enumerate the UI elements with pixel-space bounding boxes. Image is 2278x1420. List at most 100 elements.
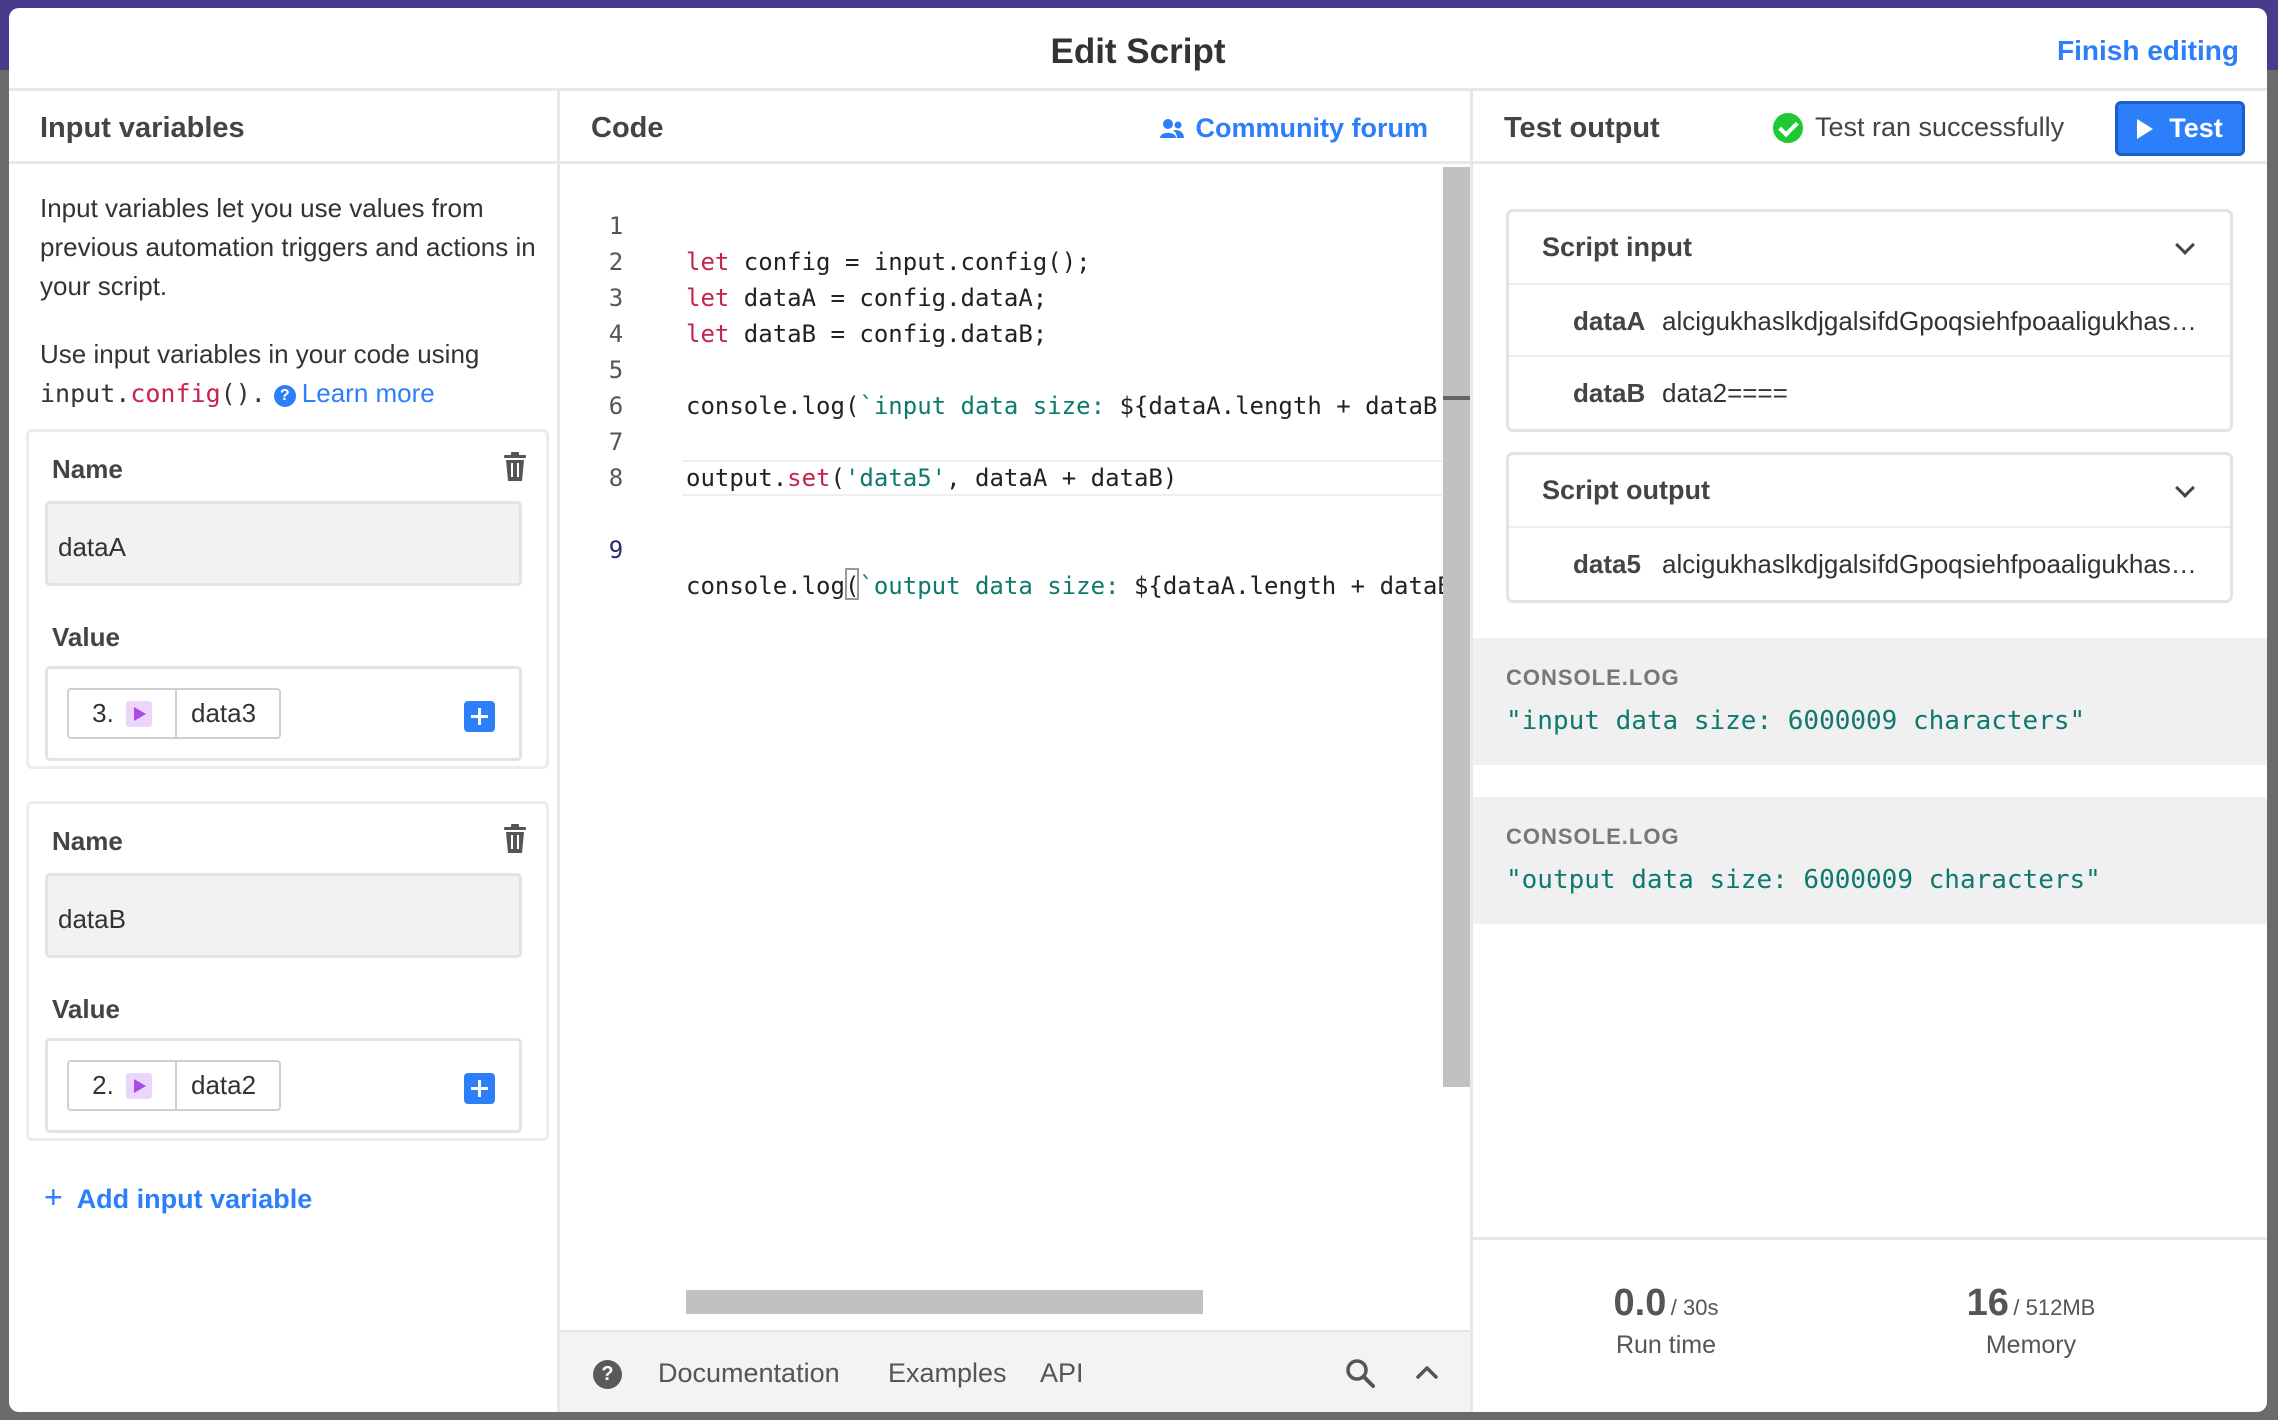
input-variable-card: Name dataA Value 3. data3 <box>26 429 549 769</box>
community-forum-link[interactable]: Community forum <box>1159 113 1429 144</box>
console-log-entry: CONSOLE.LOG "input data size: 6000009 ch… <box>1473 638 2267 765</box>
test-button[interactable]: Test <box>2115 101 2245 156</box>
runtime-value: 0.0 <box>1613 1282 1667 1324</box>
input-variable-card: Name dataB Value 2. data2 <box>26 801 549 1141</box>
vertical-scrollbar-thumb[interactable] <box>1443 167 1470 1087</box>
add-input-variable-button[interactable]: + Add input variable <box>44 1179 312 1216</box>
community-forum-label: Community forum <box>1195 113 1429 143</box>
input-variables-header: Input variables <box>9 91 557 164</box>
variable-name-input[interactable]: dataB <box>45 873 522 958</box>
api-tab[interactable]: API <box>1040 1358 1084 1389</box>
add-value-button[interactable] <box>464 701 495 732</box>
chevron-up-icon[interactable] <box>1415 1364 1439 1380</box>
script-input-title: Script input <box>1542 232 1692 262</box>
script-output-section: Script output data5 alcigukhaslkdjgalsif… <box>1506 452 2233 603</box>
test-status-text: Test ran successfully <box>1815 112 2065 142</box>
documentation-tab[interactable]: Documentation <box>658 1358 840 1389</box>
token-value: data2 <box>191 1070 257 1100</box>
code-line: 6 <box>560 352 1440 420</box>
chevron-down-icon[interactable] <box>2175 235 2195 255</box>
test-output-header: Test output Test ran successfully Test <box>1473 91 2267 164</box>
code-segment: console.log( <box>686 572 860 600</box>
memory-label: Memory <box>1985 1331 2077 1359</box>
token-value: data3 <box>191 698 257 728</box>
trash-icon[interactable] <box>502 824 528 854</box>
input-variables-heading: Input variables <box>40 112 245 144</box>
runtime-stat: 0.0 / 30s Run time <box>1536 1282 1796 1360</box>
row-key: data5 <box>1573 549 1641 579</box>
code-segment: ${dataA.length + dataB.length} character… <box>1133 572 1443 600</box>
code-line: 5 console.log(`input data size: ${dataA.… <box>560 316 1443 420</box>
row-value: alcigukhaslkdjgalsifdGpoqsiehfpoaaligukh… <box>1662 306 2202 336</box>
code-header: Code Community forum <box>560 91 1470 164</box>
runtime-label: Run time <box>1615 1331 1717 1359</box>
variable-name-input[interactable]: dataA <box>45 501 522 586</box>
code-line: 8 <box>560 424 1440 492</box>
vertical-scrollbar[interactable] <box>1443 167 1470 1087</box>
code-line: 7 output.set('data5', dataA + dataB) <box>560 388 1440 492</box>
modal-header: Edit Script Finish editing <box>9 8 2267 91</box>
input-variables-usage: Use input variables in your code using i… <box>40 335 550 413</box>
row-key: dataB <box>1573 378 1646 408</box>
code-line: 4 <box>560 280 1440 348</box>
token-step-number: 3. <box>92 698 114 728</box>
chevron-down-icon[interactable] <box>2175 478 2195 498</box>
examples-tab[interactable]: Examples <box>888 1358 1007 1389</box>
finish-editing-button[interactable]: Finish editing <box>2057 35 2239 67</box>
code-editor[interactable]: 1 let config = input.config(); 2 let dat… <box>560 167 1443 907</box>
usage-code: input.config(). <box>40 379 266 408</box>
value-token[interactable]: 3. data3 <box>67 688 281 739</box>
script-input-section: Script input dataA alcigukhaslkdjgalsifd… <box>1506 209 2233 432</box>
scrollbar-cursor-marker <box>1443 396 1470 400</box>
play-icon <box>2137 118 2154 139</box>
code-line: 2 let dataA = config.dataA; <box>560 208 1440 312</box>
trash-icon[interactable] <box>502 452 528 482</box>
console-log-text: "input data size: 6000009 characters" <box>1506 706 2086 736</box>
usage-code-obj: input <box>40 379 116 408</box>
code-line: 1 let config = input.config(); <box>560 172 1440 276</box>
script-input-row: dataB data2==== <box>1509 357 2230 429</box>
console-log-label: CONSOLE.LOG <box>1506 665 1680 690</box>
memory-stat: 16 / 512MB Memory <box>1901 1282 2161 1360</box>
code-panel: Code Community forum 1 let config = inpu… <box>560 91 1473 1412</box>
input-variables-description: Input variables let you use values from … <box>40 193 536 301</box>
add-value-button[interactable] <box>464 1073 495 1104</box>
row-key: dataA <box>1573 306 1646 336</box>
script-output-title: Script output <box>1542 475 1710 505</box>
code-line: 3 let dataB = config.dataB; <box>560 244 1440 348</box>
console-log-label: CONSOLE.LOG <box>1506 824 1680 849</box>
token-step: 2. <box>69 1062 177 1109</box>
name-label: Name <box>52 454 123 484</box>
run-stats: 0.0 / 30s Run time 16 / 512MB Memory <box>1473 1237 2267 1412</box>
help-icon[interactable]: ? <box>273 385 296 407</box>
plus-icon: + <box>44 1179 63 1215</box>
value-label: Value <box>52 622 120 652</box>
script-output-header[interactable]: Script output <box>1509 455 2230 528</box>
console-log-entry: CONSOLE.LOG "output data size: 6000009 c… <box>1473 797 2267 924</box>
horizontal-scrollbar-thumb[interactable] <box>686 1290 1203 1314</box>
modal-title: Edit Script <box>1050 32 1226 71</box>
success-check-icon <box>1773 112 1803 143</box>
active-line-highlight <box>682 460 1442 496</box>
learn-more-link[interactable]: Learn more <box>302 378 435 408</box>
usage-code-dot: . <box>115 379 131 408</box>
test-status: Test ran successfully <box>1773 112 2064 143</box>
token-step: 3. <box>69 690 177 737</box>
variable-value-field[interactable]: 2. data2 <box>45 1038 522 1133</box>
variable-value-field[interactable]: 3. data3 <box>45 666 522 761</box>
script-input-header[interactable]: Script input <box>1509 212 2230 285</box>
code-text: console.log(`output data size: ${dataA.l… <box>686 568 1443 604</box>
usage-text: Use input variables in your code using <box>40 339 480 369</box>
search-icon[interactable] <box>1345 1358 1375 1388</box>
token-step-number: 2. <box>92 1070 114 1100</box>
value-token[interactable]: 2. data2 <box>67 1060 281 1111</box>
code-heading: Code <box>591 112 664 144</box>
test-button-label: Test <box>2169 113 2223 143</box>
test-output-heading: Test output <box>1504 112 1660 144</box>
help-icon[interactable]: ? <box>593 1360 622 1389</box>
value-label: Value <box>52 994 120 1024</box>
usage-code-fn: config <box>130 379 221 408</box>
script-input-row: dataA alcigukhaslkdjgalsifdGpoqsiehfpoaa… <box>1509 285 2230 357</box>
line-number: 9 <box>608 536 624 564</box>
text-cursor <box>845 568 860 600</box>
